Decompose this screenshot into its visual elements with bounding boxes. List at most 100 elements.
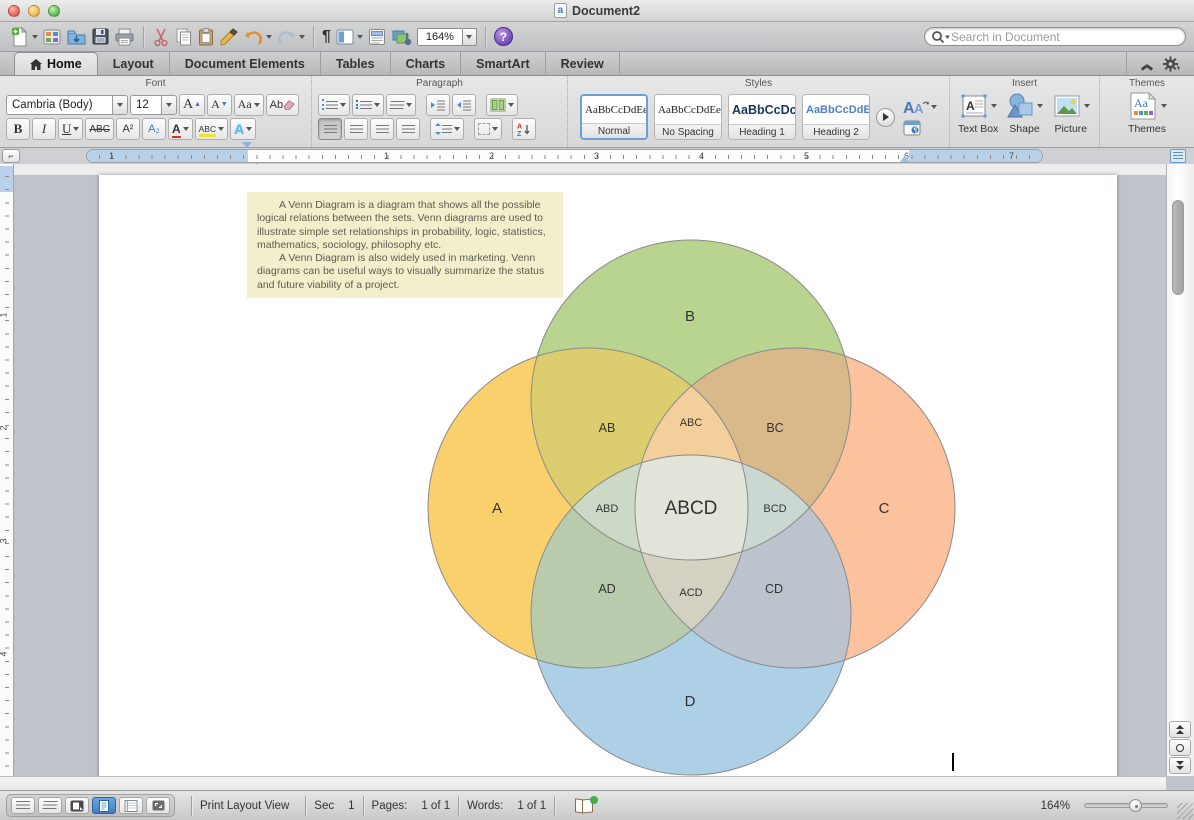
previous-page-button[interactable]: [1169, 721, 1191, 738]
insert-text-box-button[interactable]: A Text Box: [956, 91, 1000, 135]
horizontal-scrollbar[interactable]: [0, 776, 1166, 790]
manage-styles-button[interactable]: ¶: [903, 120, 937, 136]
multilevel-list-button[interactable]: [386, 94, 416, 116]
right-indent-marker[interactable]: [900, 155, 910, 162]
close-button[interactable]: [8, 5, 20, 17]
borders-button[interactable]: [474, 118, 502, 140]
open-button[interactable]: [66, 25, 87, 49]
zoom-combo[interactable]: 164%: [417, 25, 477, 49]
tab-document-elements[interactable]: Document Elements: [170, 52, 321, 75]
align-center-button[interactable]: [344, 118, 368, 140]
zoom-value[interactable]: 164%: [417, 28, 463, 46]
justify-button[interactable]: [396, 118, 420, 140]
venn-diagram[interactable]: ABCDABBCADCDABCABDBCDACDABCD: [99, 175, 1117, 790]
font-color-button[interactable]: A: [168, 118, 193, 140]
underline-button[interactable]: U: [58, 118, 83, 140]
style-normal[interactable]: AaBbCcDdEe Normal: [580, 94, 648, 140]
ruler-toggle-button[interactable]: [1170, 149, 1186, 163]
tab-stop-selector[interactable]: ⌐: [2, 149, 20, 163]
superscript-button[interactable]: A²: [116, 118, 140, 140]
next-page-button[interactable]: [1169, 757, 1191, 774]
print-button[interactable]: [114, 25, 135, 49]
bold-button[interactable]: B: [6, 118, 30, 140]
undo-caret[interactable]: [266, 35, 272, 39]
columns-button[interactable]: [486, 94, 518, 116]
publishing-layout-view-button[interactable]: [65, 797, 89, 814]
highlight-button[interactable]: ABC: [195, 118, 228, 140]
redo-button[interactable]: [276, 25, 305, 49]
insert-picture-button[interactable]: Picture: [1049, 91, 1093, 135]
redo-caret[interactable]: [299, 35, 305, 39]
media-browser-button[interactable]: [391, 25, 413, 49]
section-value[interactable]: 1: [348, 800, 354, 812]
words-value[interactable]: 1 of 1: [517, 800, 546, 812]
search-box[interactable]: [924, 27, 1186, 46]
font-name-combo[interactable]: Cambria (Body): [6, 95, 128, 115]
font-name-caret[interactable]: [112, 96, 127, 114]
increase-indent-button[interactable]: [452, 94, 476, 116]
save-button[interactable]: [91, 25, 110, 49]
select-browse-object-button[interactable]: [1169, 739, 1191, 756]
format-painter-button[interactable]: [219, 25, 239, 49]
view-name[interactable]: Print Layout View: [200, 800, 289, 812]
line-spacing-button[interactable]: [430, 118, 464, 140]
focus-view-button[interactable]: [146, 797, 170, 814]
paste-button[interactable]: [197, 25, 215, 49]
vertical-scrollbar-thumb[interactable]: [1172, 200, 1184, 295]
undo-button[interactable]: [243, 25, 272, 49]
outline-view-button[interactable]: [38, 797, 62, 814]
page-view-button[interactable]: [335, 25, 363, 49]
collapse-ribbon-button[interactable]: [1141, 61, 1151, 67]
search-input[interactable]: [951, 30, 1179, 44]
style-no-spacing[interactable]: AaBbCcDdEe No Spacing: [654, 94, 722, 140]
minimize-button[interactable]: [28, 5, 40, 17]
italic-button[interactable]: I: [32, 118, 56, 140]
align-left-button[interactable]: [318, 118, 342, 140]
grow-font-button[interactable]: A▲: [179, 94, 205, 116]
draft-view-button[interactable]: [11, 797, 35, 814]
font-size-combo[interactable]: 12: [130, 95, 177, 115]
status-zoom-value[interactable]: 164%: [1041, 800, 1070, 812]
gallery-button[interactable]: [42, 25, 62, 49]
text-effects-button[interactable]: A: [230, 118, 256, 140]
font-size-caret[interactable]: [161, 96, 176, 114]
spelling-check-icon[interactable]: [575, 799, 595, 813]
show-formatting-button[interactable]: ¶: [322, 25, 331, 49]
styles-scroll-button[interactable]: [876, 108, 895, 127]
window-resize-grip[interactable]: [1177, 803, 1193, 819]
strikethrough-button[interactable]: ABC: [85, 118, 114, 140]
change-styles-button[interactable]: AA: [903, 98, 937, 116]
themes-button[interactable]: Aa Themes: [1117, 91, 1177, 135]
help-button[interactable]: ?: [494, 27, 513, 46]
tab-layout[interactable]: Layout: [98, 52, 170, 75]
numbering-button[interactable]: [352, 94, 384, 116]
style-heading-1[interactable]: AaBbCcDc Heading 1: [728, 94, 796, 140]
tab-review[interactable]: Review: [546, 52, 620, 75]
vertical-ruler[interactable]: 1234: [0, 164, 14, 790]
cut-button[interactable]: [152, 25, 170, 49]
zoom-button[interactable]: [48, 5, 60, 17]
bullets-button[interactable]: [318, 94, 350, 116]
tab-home[interactable]: Home: [14, 52, 98, 75]
align-right-button[interactable]: [370, 118, 394, 140]
shrink-font-button[interactable]: A▼: [207, 94, 232, 116]
sort-button[interactable]: AZ: [512, 118, 536, 140]
subscript-button[interactable]: A₂: [142, 118, 166, 140]
print-layout-view-button[interactable]: [92, 797, 116, 814]
tab-tables[interactable]: Tables: [321, 52, 391, 75]
copy-button[interactable]: [174, 25, 193, 49]
document-page[interactable]: A Venn Diagram is a diagram that shows a…: [99, 175, 1117, 790]
new-document-caret[interactable]: [32, 35, 38, 39]
change-case-button[interactable]: Aa: [234, 94, 264, 116]
vertical-scrollbar[interactable]: [1166, 164, 1194, 776]
search-icon[interactable]: [931, 30, 951, 44]
style-heading-2[interactable]: AaBbCcDdEe Heading 2: [802, 94, 870, 140]
gear-icon[interactable]: [1163, 56, 1180, 72]
new-document-button[interactable]: [10, 25, 38, 49]
indent-marker[interactable]: [242, 148, 253, 164]
tab-smartart[interactable]: SmartArt: [461, 52, 546, 75]
zoom-caret[interactable]: [463, 28, 477, 46]
zoom-slider-knob[interactable]: [1129, 799, 1142, 812]
decrease-indent-button[interactable]: [426, 94, 450, 116]
tab-charts[interactable]: Charts: [391, 52, 462, 75]
